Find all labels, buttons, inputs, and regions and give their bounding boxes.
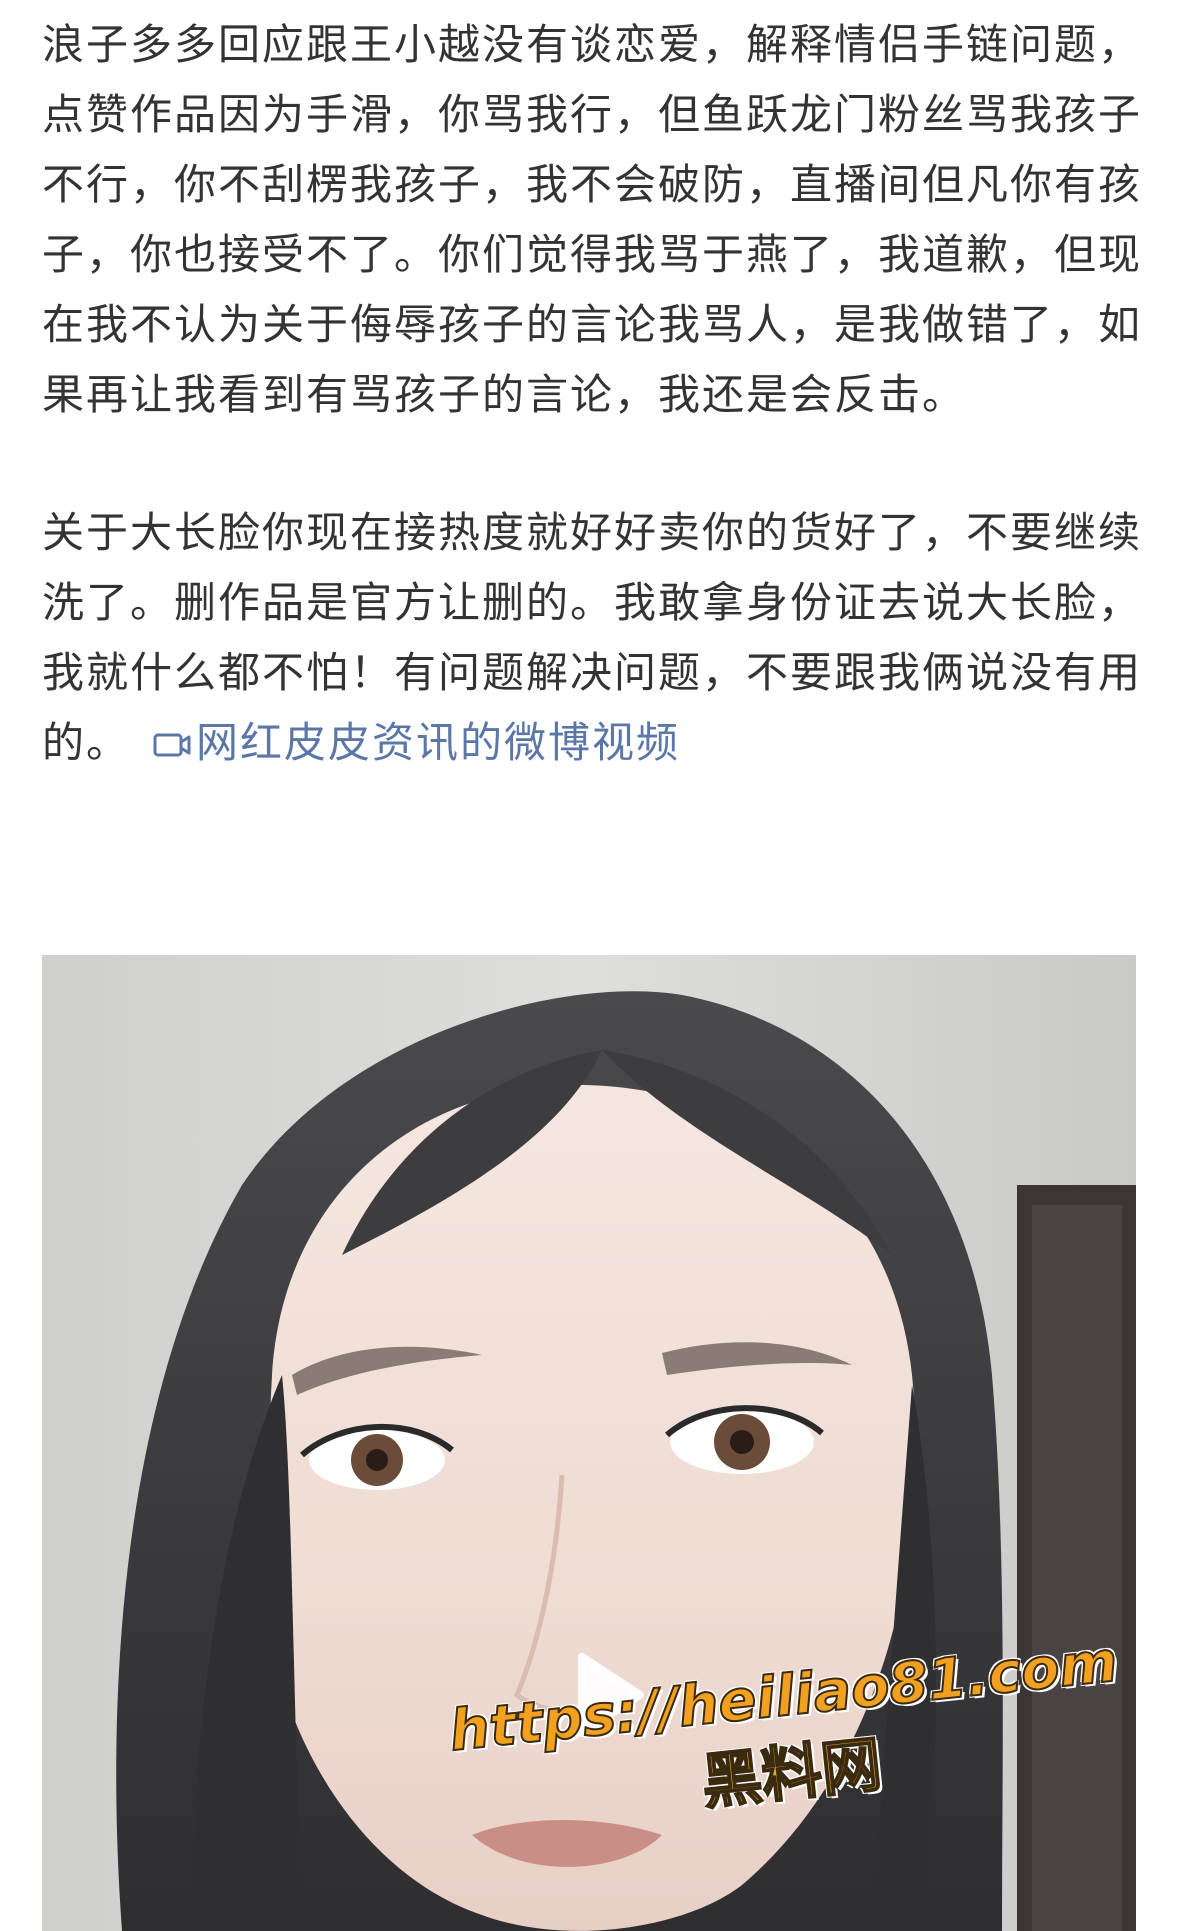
video-player[interactable]: https://heiliao81.com 黑料网 bbox=[42, 955, 1136, 1931]
video-link-label: 网红皮皮资讯的微博视频 bbox=[196, 718, 681, 767]
post-paragraph: 关于大长脸你现在接热度就好好卖你的货好了，不要继续洗了。删作品是官方让删的。我敢… bbox=[42, 498, 1142, 781]
post-paragraph: 浪子多多回应跟王小越没有谈恋爱，解释情侣手链问题，点赞作品因为手滑，你骂我行，但… bbox=[42, 10, 1142, 430]
post-text-1: 浪子多多回应跟王小越没有谈恋爱，解释情侣手链问题，点赞作品因为手滑，你骂我行，但… bbox=[42, 20, 1143, 419]
video-camera-icon bbox=[152, 711, 192, 781]
weibo-post: 浪子多多回应跟王小越没有谈恋爱，解释情侣手链问题，点赞作品因为手滑，你骂我行，但… bbox=[42, 10, 1142, 781]
weibo-video-link[interactable]: 网红皮皮资讯的微博视频 bbox=[152, 718, 680, 767]
